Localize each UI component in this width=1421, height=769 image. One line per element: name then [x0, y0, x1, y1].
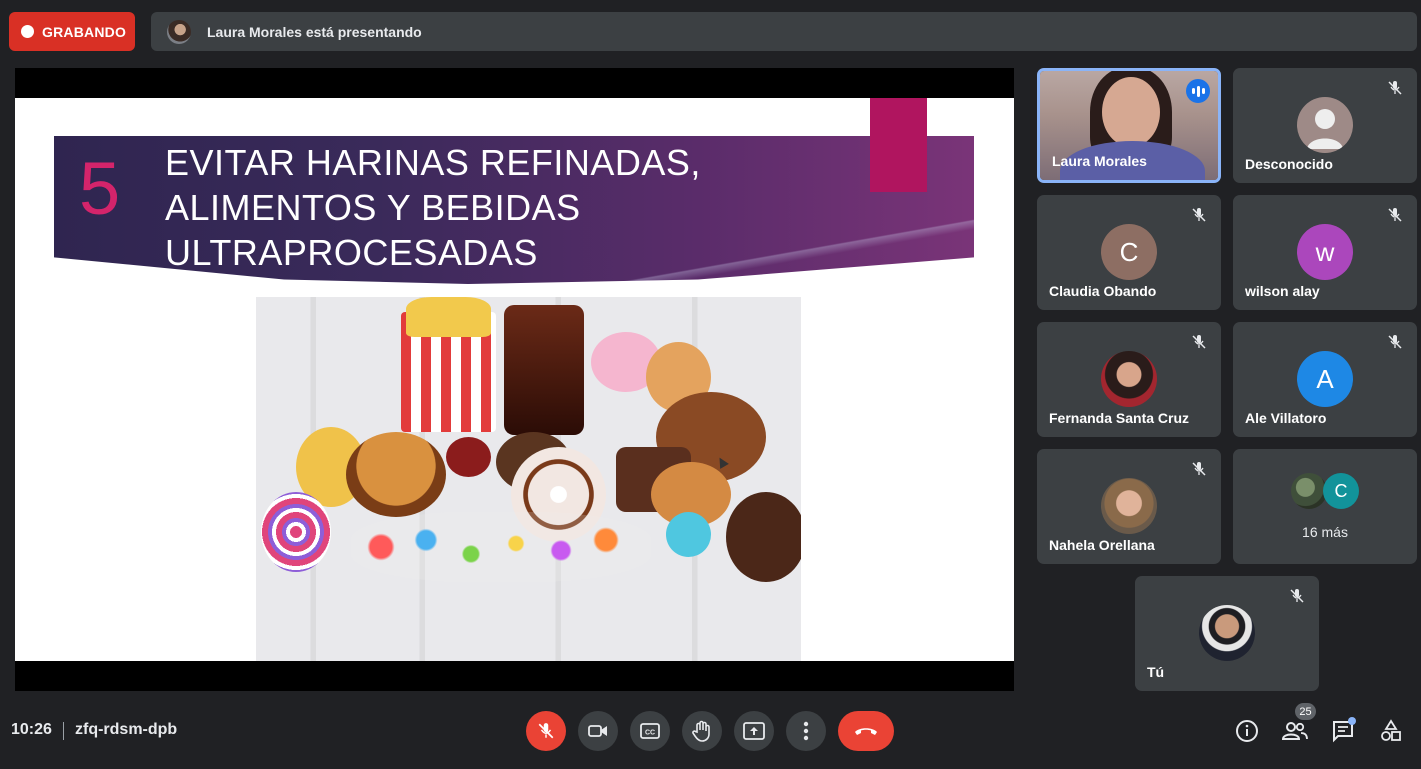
participant-tile-nahela-orellana[interactable]: Nahela Orellana	[1037, 449, 1221, 564]
slide-title: EVITAR HARINAS REFINADAS, ALIMENTOS Y BE…	[165, 140, 765, 275]
slide-title-line-1: EVITAR HARINAS REFINADAS,	[165, 142, 701, 183]
mic-off-icon	[1290, 589, 1304, 603]
more-options-button[interactable]	[786, 711, 826, 751]
participant-tile-desconocido[interactable]: Desconocido	[1233, 68, 1417, 183]
participant-name: wilson alay	[1245, 283, 1320, 299]
participant-name: Laura Morales	[1052, 153, 1147, 169]
people-button[interactable]	[1281, 717, 1309, 745]
activities-icon	[1381, 719, 1401, 741]
participant-name: Desconocido	[1245, 156, 1333, 172]
recording-label: GRABANDO	[42, 23, 127, 40]
default-avatar-icon	[1297, 97, 1353, 153]
record-dot-icon	[21, 25, 34, 38]
participant-tile-claudia-obando[interactable]: C Claudia Obando	[1037, 195, 1221, 310]
participant-tile-ale-villatoro[interactable]: A Ale Villatoro	[1233, 322, 1417, 437]
participant-photo	[1291, 473, 1327, 509]
present-screen-icon	[743, 722, 765, 740]
slide-title-line-2: ALIMENTOS Y BEBIDAS	[165, 187, 581, 228]
recording-badge[interactable]: GRABANDO	[9, 12, 135, 51]
camera-toggle-button[interactable]	[578, 711, 618, 751]
participant-photo	[1199, 605, 1255, 661]
participant-name: Fernanda Santa Cruz	[1049, 410, 1190, 426]
participant-photo	[1101, 478, 1157, 534]
presentation-stage[interactable]: 5 EVITAR HARINAS REFINADAS, ALIMENTOS Y …	[15, 68, 1014, 691]
participant-name: Ale Villatoro	[1245, 410, 1327, 426]
slide-title-line-3: ULTRAPROCESADAS	[165, 232, 538, 273]
initial-avatar: C	[1101, 224, 1157, 280]
initial-avatar: w	[1297, 224, 1353, 280]
leave-call-button[interactable]	[838, 711, 894, 751]
svg-text:CC: CC	[645, 730, 655, 737]
slide-accent-block	[870, 98, 927, 192]
closed-caption-icon: CC	[640, 723, 660, 739]
participant-count-badge: 25	[1295, 703, 1316, 720]
junk-food-image	[256, 297, 801, 661]
more-participants-label: 16 más	[1302, 524, 1348, 540]
present-now-button[interactable]	[734, 711, 774, 751]
unread-indicator	[1348, 717, 1356, 725]
people-icon	[1282, 722, 1308, 740]
initial-avatar: C	[1323, 473, 1359, 509]
more-participants-tile[interactable]: C 16 más	[1233, 449, 1417, 564]
mic-off-icon	[1388, 81, 1402, 95]
raise-hand-icon	[692, 720, 710, 742]
meeting-clock: 10:26	[11, 721, 52, 738]
participant-tile-laura-morales[interactable]: Laura Morales	[1037, 68, 1221, 183]
mic-off-icon	[1192, 335, 1206, 349]
mic-off-icon	[1192, 208, 1206, 222]
participant-name: Tú	[1147, 664, 1165, 680]
videocam-icon	[588, 725, 607, 737]
presenter-avatar	[167, 19, 191, 44]
participant-photo	[1101, 351, 1157, 407]
presenting-banner: Laura Morales está presentando	[151, 12, 1417, 51]
mic-toggle-button[interactable]	[526, 711, 566, 751]
meeting-code[interactable]: zfq-rdsm-dpb	[75, 721, 177, 739]
divider	[63, 722, 64, 740]
call-end-icon	[855, 728, 877, 735]
presenting-text: Laura Morales está presentando	[207, 23, 422, 40]
mic-off-icon	[1388, 208, 1402, 222]
speaking-indicator-icon	[1186, 79, 1210, 103]
mic-off-icon	[1388, 335, 1402, 349]
raise-hand-button[interactable]	[682, 711, 722, 751]
meeting-details-button[interactable]	[1233, 717, 1261, 745]
more-participants-avatars: C	[1291, 473, 1361, 511]
slide: 5 EVITAR HARINAS REFINADAS, ALIMENTOS Y …	[15, 98, 1014, 661]
participant-name: Claudia Obando	[1049, 283, 1157, 299]
participant-tile-wilson-alay[interactable]: w wilson alay	[1233, 195, 1417, 310]
slide-number: 5	[79, 147, 121, 230]
meet-window: GRABANDO Laura Morales está presentando …	[0, 0, 1421, 769]
mic-off-icon	[1192, 462, 1206, 476]
participant-name: Nahela Orellana	[1049, 537, 1155, 553]
participant-tile-self[interactable]: Tú	[1135, 576, 1319, 691]
initial-avatar: A	[1297, 351, 1353, 407]
captions-button[interactable]: CC	[630, 711, 670, 751]
participant-tile-fernanda-santa-cruz[interactable]: Fernanda Santa Cruz	[1037, 322, 1221, 437]
info-icon	[1236, 720, 1258, 742]
activities-button[interactable]	[1377, 717, 1405, 745]
more-vert-icon	[803, 721, 809, 741]
mic-off-icon	[538, 723, 554, 739]
